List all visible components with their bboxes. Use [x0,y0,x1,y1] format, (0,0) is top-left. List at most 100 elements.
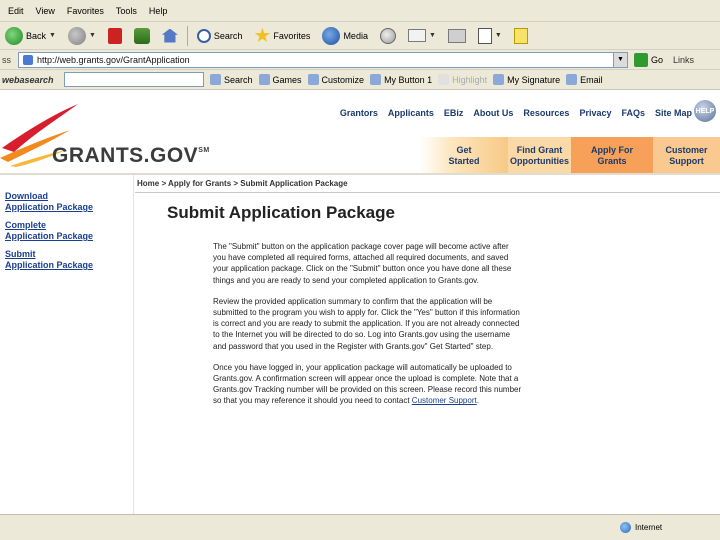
nav-faqs[interactable]: FAQs [621,108,645,118]
toolbar-search-input[interactable] [64,72,204,87]
zone-label: Internet [635,523,663,532]
site-brand[interactable]: GRANTS.GOVSM [52,144,210,168]
tab-label-line: Grants [597,155,627,166]
customer-support-link[interactable]: Customer Support [412,396,477,405]
address-dropdown-button[interactable]: ▼ [614,51,628,68]
media-label: Media [343,30,368,41]
refresh-icon [133,27,150,44]
tab-label-line: Support [669,155,704,166]
toolbar-search-button[interactable]: Search [210,74,253,85]
mail-button[interactable]: ▼ [405,24,439,48]
back-button[interactable]: Back ▼ [2,24,59,48]
refresh-button[interactable] [131,24,153,48]
tab-customer-support-label: Customer Support [665,145,707,167]
discuss-button[interactable] [511,24,531,48]
tab-get-started[interactable]: Get Started [420,137,508,173]
tab-find-grant-label: Find Grant Opportunities [510,145,569,167]
left-sidebar: Download Application Package Complete Appl… [0,175,134,520]
tab-customer-support[interactable]: Customer Support [653,137,720,173]
tab-get-started-label: Get Started [448,145,479,167]
url-input[interactable]: http://web.grants.gov/GrantApplication [18,51,614,68]
nav-resources[interactable]: Resources [523,108,569,118]
edit-button[interactable]: ▼ [475,24,505,48]
globe-icon [620,522,631,533]
customize-button[interactable]: Customize [307,74,365,85]
tab-label-line: Customer [665,144,708,155]
tab-label-line: Started [448,155,480,166]
nav-about-us[interactable]: About Us [473,108,513,118]
menu-favorites[interactable]: Favorites [67,6,104,16]
chevron-down-icon[interactable]: ▼ [429,32,436,39]
chevron-down-icon[interactable]: ▼ [49,32,56,39]
sidebar-item-label: Complete [5,220,47,230]
chevron-down-icon[interactable]: ▼ [495,32,502,39]
menu-view[interactable]: View [36,6,55,16]
customize-label: Customize [321,74,365,85]
sidebar-item-label: Application Package [5,231,94,241]
site-brand-text: GRANTS.GOV [52,144,199,167]
nav-ebiz[interactable]: EBiz [444,108,464,118]
mail-icon [407,29,426,42]
menu-tools[interactable]: Tools [116,6,137,16]
media-icon [322,26,341,45]
search-button[interactable]: Search [194,24,246,48]
menu-edit[interactable]: Edit [8,6,24,16]
menu-help[interactable]: Help [149,6,168,16]
tab-label-line: Find Grant [516,144,563,155]
sidebar-item-complete[interactable]: Complete Application Package [5,220,115,242]
toolbar-divider [186,25,188,46]
status-bar: Internet [0,514,720,540]
history-button[interactable] [377,24,399,48]
nav-site-map[interactable]: Site Map [655,108,692,118]
breadcrumb[interactable]: Home > Apply for Grants > Submit Applica… [137,179,348,188]
stop-button[interactable] [105,24,125,48]
signature-icon [493,74,505,85]
main-tabs: Get Started Find Grant Opportunities Apply… [420,137,720,173]
my-signature-button[interactable]: My Signature [493,74,560,85]
paragraph-upload-confirmation: Once you have logged in, your applicatio… [213,362,523,407]
sidebar-item-submit[interactable]: Submit Application Package [5,249,115,271]
highlight-button[interactable]: Highlight [438,74,487,85]
sticky-note-icon [513,27,528,44]
home-button[interactable] [159,24,181,48]
paragraph-end: . [476,396,479,406]
breadcrumb-divider [135,192,720,193]
favorites-button[interactable]: Favorites [251,24,313,48]
nav-grantors[interactable]: Grantors [340,108,378,118]
toolbar-search-label: Search [224,74,253,85]
tab-find-grant-opportunities[interactable]: Find Grant Opportunities [508,137,571,173]
email-button[interactable]: Email [566,74,603,85]
customize-icon [307,74,319,85]
back-label: Back [26,30,47,41]
page-icon [23,54,33,65]
help-button[interactable]: HELP [694,100,716,122]
tab-apply-for-grants[interactable]: Apply For Grants [571,137,653,173]
printer-icon [447,28,466,43]
tab-label-line: Get [456,144,472,155]
sidebar-item-label: Submit [5,249,36,259]
my-button-label: My Button 1 [384,74,433,85]
email-icon [566,74,578,85]
security-zone: Internet [620,522,662,533]
my-button-1[interactable]: My Button 1 [370,74,432,85]
games-button[interactable]: Games [258,74,302,85]
paragraph-review-summary: Review the provided application summary … [213,296,520,351]
links-button[interactable]: Links [673,55,694,65]
search-label: Search [213,30,243,41]
nav-privacy[interactable]: Privacy [579,108,611,118]
tab-apply-label: Apply For Grants [591,145,633,167]
url-text: http://web.grants.gov/GrantApplication [37,54,190,65]
button-icon [370,74,382,85]
sidebar-item-download[interactable]: Download Application Package [5,191,115,213]
my-signature-label: My Signature [507,74,561,85]
print-button[interactable] [445,24,469,48]
nav-applicants[interactable]: Applicants [388,108,434,118]
history-icon [379,27,396,44]
go-button[interactable]: Go [634,52,663,67]
chevron-down-icon[interactable]: ▼ [89,32,96,39]
browser-toolbar: Back ▼ ▼ Search Favorites Media ▼ ▼ [0,22,720,50]
service-mark: SM [198,147,210,154]
media-button[interactable]: Media [319,24,371,48]
search-toolbar: webasearch Search Games Customize My But… [0,70,720,90]
forward-button[interactable]: ▼ [65,24,99,48]
